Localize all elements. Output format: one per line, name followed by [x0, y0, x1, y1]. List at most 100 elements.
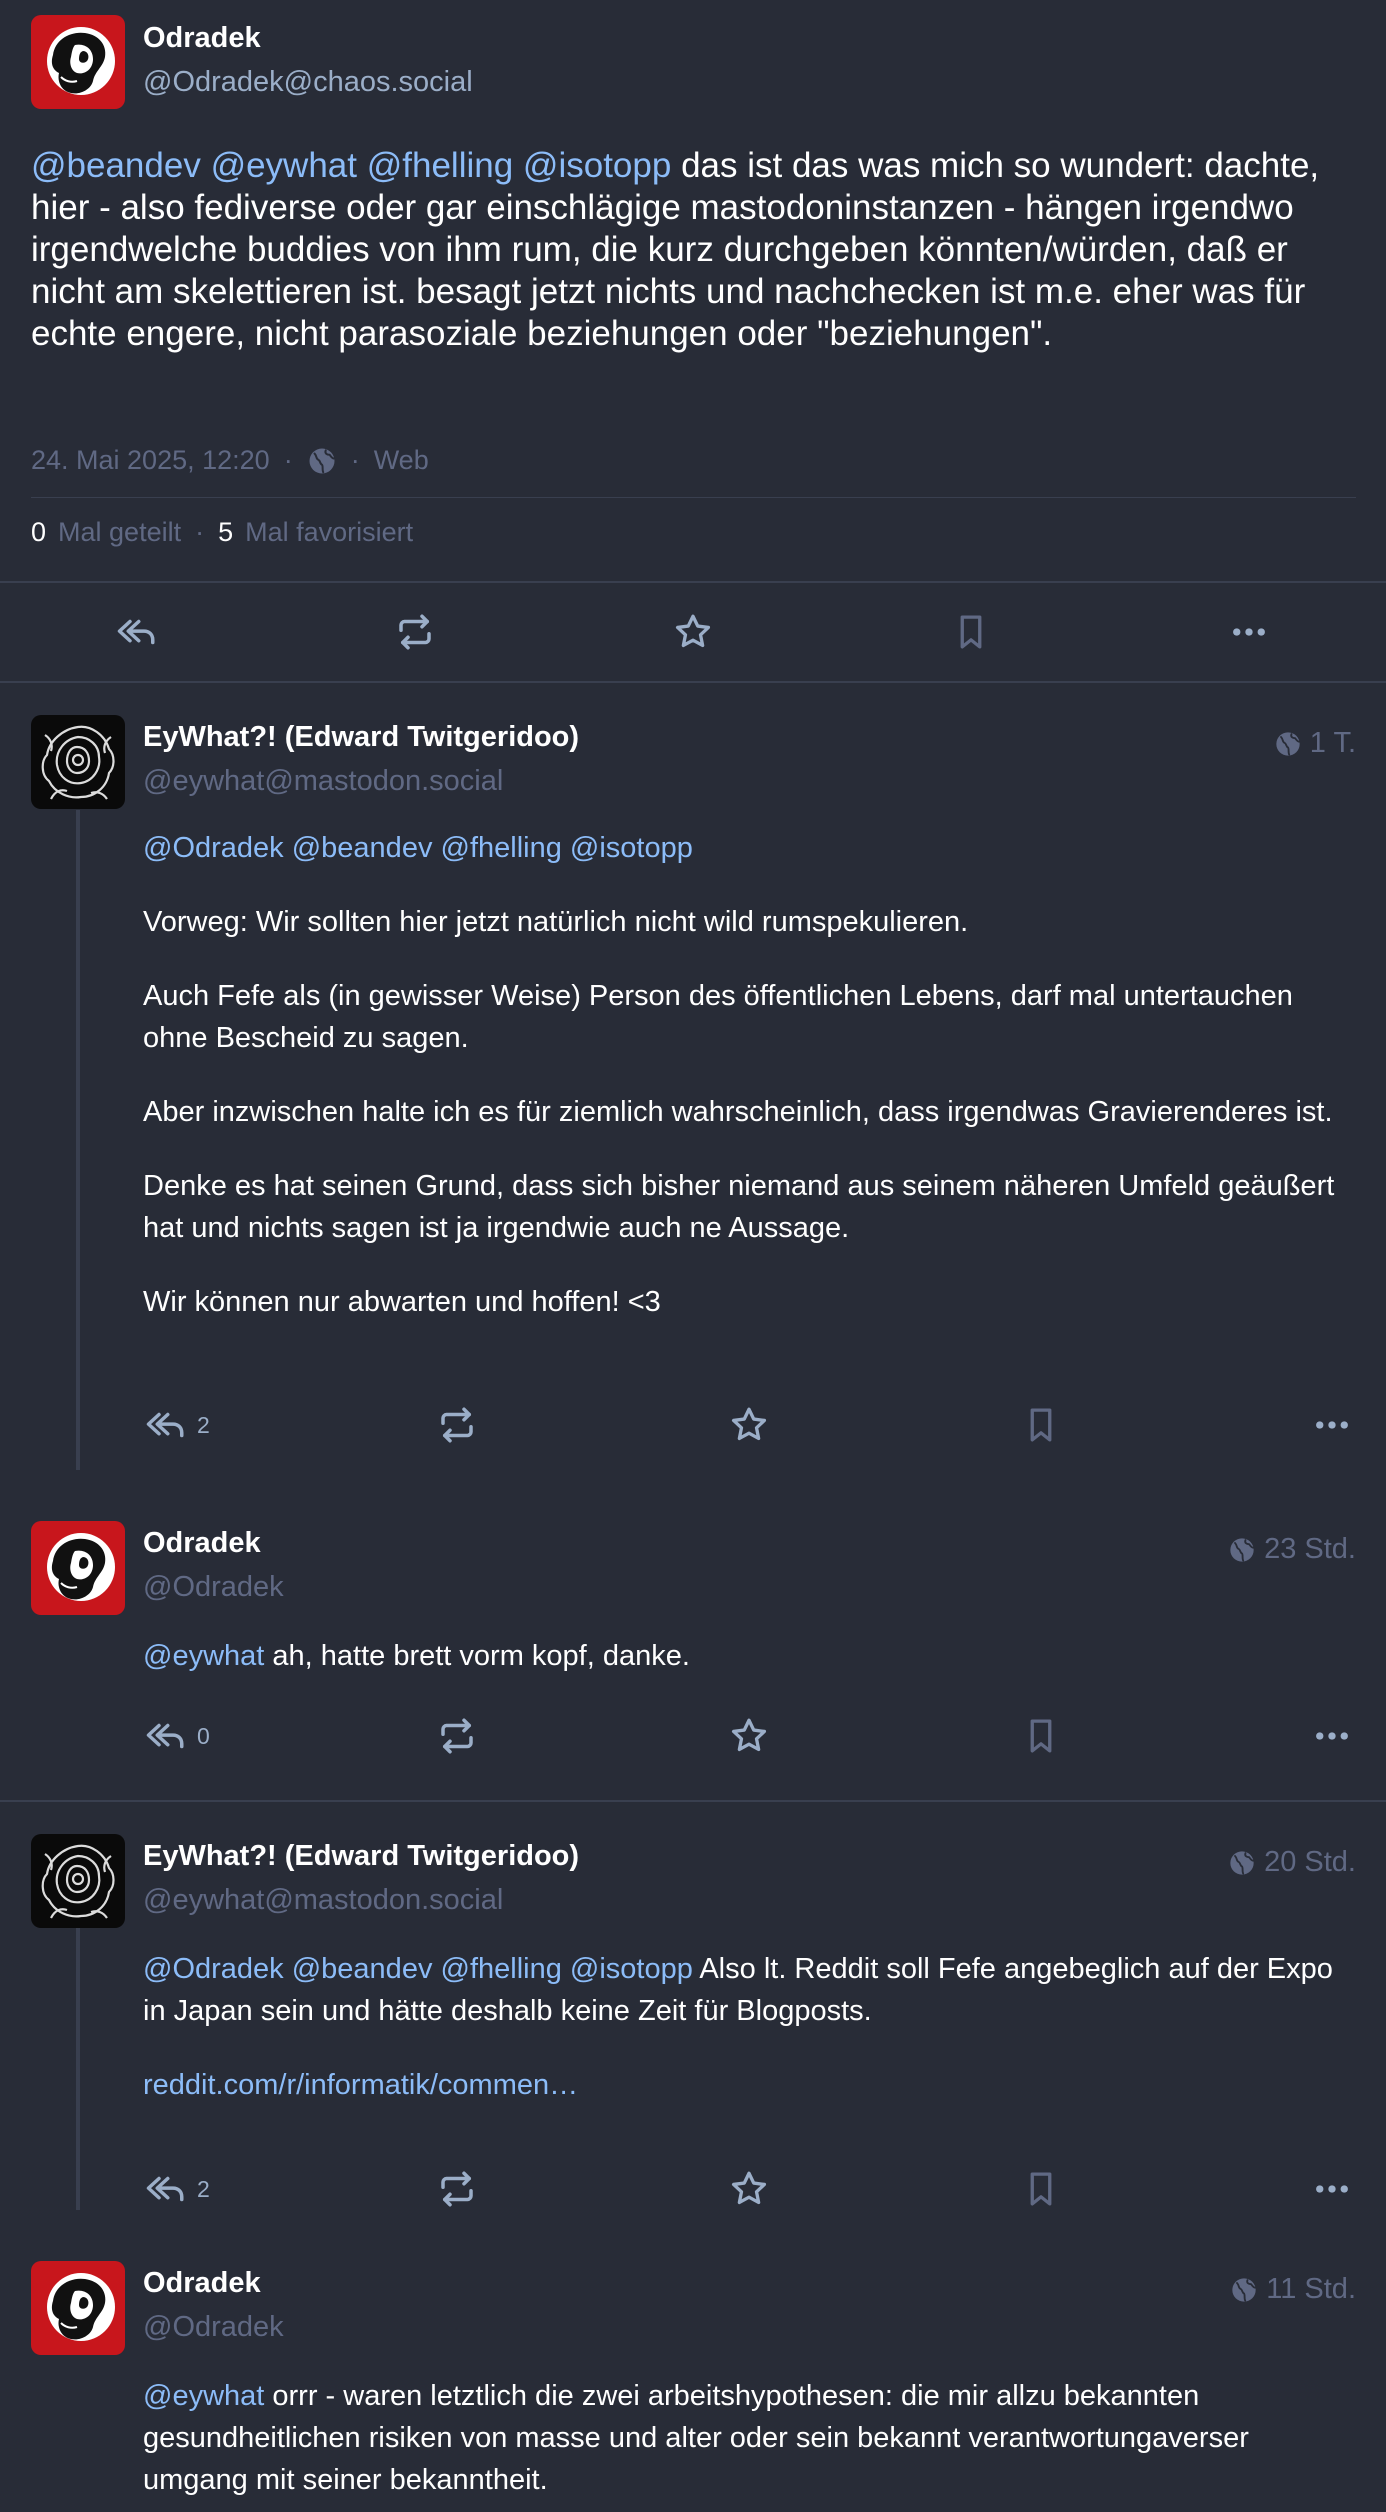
display-name[interactable]: Odradek: [143, 2267, 261, 2300]
status-paragraph: Auch Fefe als (in gewisser Weise) Person…: [143, 980, 1293, 1054]
boost-button[interactable]: [436, 1711, 478, 1761]
odradek-avatar-image: [31, 1521, 125, 1615]
mention-link[interactable]: @beandev: [292, 1953, 433, 1985]
favourite-button[interactable]: [728, 2164, 770, 2214]
star-icon: [672, 611, 714, 653]
status-time[interactable]: 11 Std.: [1230, 2273, 1356, 2306]
mention-link[interactable]: @fhelling: [367, 146, 513, 185]
reply-button[interactable]: 2: [145, 1400, 210, 1450]
boost-count-value: 0: [31, 517, 47, 547]
separator: ·: [195, 517, 205, 547]
status-content: @eywhat orrr - waren letztlich die zwei …: [143, 2375, 1343, 2501]
mention-link[interactable]: @eywhat: [143, 2380, 264, 2412]
more-button[interactable]: [1227, 610, 1271, 654]
external-link[interactable]: reddit.com/r/informatik/commen…: [143, 2069, 578, 2101]
reply-all-icon: [116, 611, 158, 653]
status-date[interactable]: 24. Mai 2025, 12:20: [31, 445, 270, 476]
display-name[interactable]: Odradek: [143, 1527, 261, 1560]
boost-icon: [436, 1715, 478, 1757]
app-name: Web: [373, 445, 429, 475]
favourite-button[interactable]: [728, 1711, 770, 1761]
status-time[interactable]: 1 T.: [1274, 727, 1356, 760]
mention-link[interactable]: @isotopp: [570, 832, 693, 864]
relative-time: 1 T.: [1309, 727, 1356, 759]
avatar[interactable]: [31, 1521, 125, 1615]
avatar[interactable]: [31, 15, 125, 109]
odradek-avatar-image: [31, 2261, 125, 2355]
eywhat-avatar-image: [31, 715, 125, 809]
status-meta: 24. Mai 2025, 12:20 · · Web: [31, 445, 429, 476]
status-content: @Odradek @beandev @fhelling @isotopp Vor…: [143, 827, 1343, 1355]
more-icon: [1311, 1715, 1353, 1757]
more-button[interactable]: [1311, 1711, 1353, 1761]
boost-icon: [436, 1404, 478, 1446]
account-handle[interactable]: @eywhat@mastodon.social: [143, 1884, 503, 1917]
bookmark-button[interactable]: [1020, 1400, 1062, 1450]
account-handle[interactable]: @eywhat@mastodon.social: [143, 765, 503, 798]
favourite-button[interactable]: [671, 610, 715, 654]
boost-count[interactable]: 0 Mal geteilt: [31, 517, 181, 548]
boost-icon: [394, 611, 436, 653]
favourite-button[interactable]: [728, 1400, 770, 1450]
status-time[interactable]: 23 Std.: [1228, 1533, 1356, 1566]
boost-button[interactable]: [393, 610, 437, 654]
display-name[interactable]: EyWhat?! (Edward Twitgeridoo): [143, 721, 579, 754]
star-icon: [728, 1404, 770, 1446]
mention-link[interactable]: @Odradek: [143, 1953, 284, 1985]
reply-all-icon: [145, 1715, 187, 1757]
bookmark-button[interactable]: [1020, 1711, 1062, 1761]
relative-time: 23 Std.: [1264, 1533, 1356, 1565]
mention-link[interactable]: @fhelling: [441, 1953, 562, 1985]
separator: ·: [283, 445, 293, 475]
mention-link[interactable]: @fhelling: [441, 832, 562, 864]
reply-status: Odradek @Odradek 11 Std. @eywhat orrr - …: [0, 2261, 1386, 2512]
status-paragraph: Wir können nur abwarten und hoffen! <3: [143, 1286, 661, 1318]
divider: [0, 681, 1386, 683]
reply-count: 2: [197, 2175, 210, 2202]
status-paragraph: @Odradek @beandev @fhelling @isotopp Als…: [143, 1948, 1343, 2032]
fav-count[interactable]: 5 Mal favorisiert: [218, 517, 413, 548]
divider: [0, 1800, 1386, 1802]
mention-link[interactable]: @beandev: [31, 146, 201, 185]
mention-link[interactable]: @isotopp: [523, 146, 671, 185]
account-handle[interactable]: @Odradek@chaos.social: [143, 66, 473, 99]
more-button[interactable]: [1311, 1400, 1353, 1450]
odradek-avatar-image: [31, 15, 125, 109]
star-icon: [728, 2168, 770, 2210]
reply-all-icon: [145, 2168, 187, 2210]
display-name[interactable]: EyWhat?! (Edward Twitgeridoo): [143, 1840, 579, 1873]
boost-button[interactable]: [436, 2164, 478, 2214]
bookmark-button[interactable]: [949, 610, 993, 654]
mention-link[interactable]: @beandev: [292, 832, 433, 864]
status-actions: 2: [143, 2164, 1363, 2214]
reply-all-icon: [145, 1404, 187, 1446]
more-icon: [1228, 611, 1270, 653]
relative-time: 20 Std.: [1264, 1846, 1356, 1878]
mention-link[interactable]: @Odradek: [143, 832, 284, 864]
account-handle[interactable]: @Odradek: [143, 1571, 284, 1604]
account-handle[interactable]: @Odradek: [143, 2311, 284, 2344]
bookmark-button[interactable]: [1020, 2164, 1062, 2214]
status-time[interactable]: 20 Std.: [1228, 1846, 1356, 1879]
status-paragraph: Vorweg: Wir sollten hier jetzt natürlich…: [143, 906, 969, 938]
globe-icon: [1230, 2276, 1258, 2304]
avatar[interactable]: [31, 1834, 125, 1928]
reply-button[interactable]: 0: [145, 1711, 210, 1761]
mention-link[interactable]: @isotopp: [570, 1953, 693, 1985]
reply-button[interactable]: [115, 610, 159, 654]
more-icon: [1311, 1404, 1353, 1446]
bookmark-icon: [1020, 1715, 1062, 1757]
bookmark-icon: [1020, 1404, 1062, 1446]
mention-link[interactable]: @eywhat: [211, 146, 357, 185]
display-name[interactable]: Odradek: [143, 22, 261, 55]
mention-link[interactable]: @eywhat: [143, 1640, 264, 1672]
status-paragraph: Aber inzwischen halte ich es für ziemlic…: [143, 1096, 1333, 1128]
globe-icon: [1274, 730, 1302, 758]
boost-button[interactable]: [436, 1400, 478, 1450]
status-text: orrr - waren letztlich die zwei arbeitsh…: [143, 2380, 1249, 2496]
more-button[interactable]: [1311, 2164, 1353, 2214]
avatar[interactable]: [31, 715, 125, 809]
reply-button[interactable]: 2: [145, 2164, 210, 2214]
bookmark-icon: [950, 611, 992, 653]
avatar[interactable]: [31, 2261, 125, 2355]
